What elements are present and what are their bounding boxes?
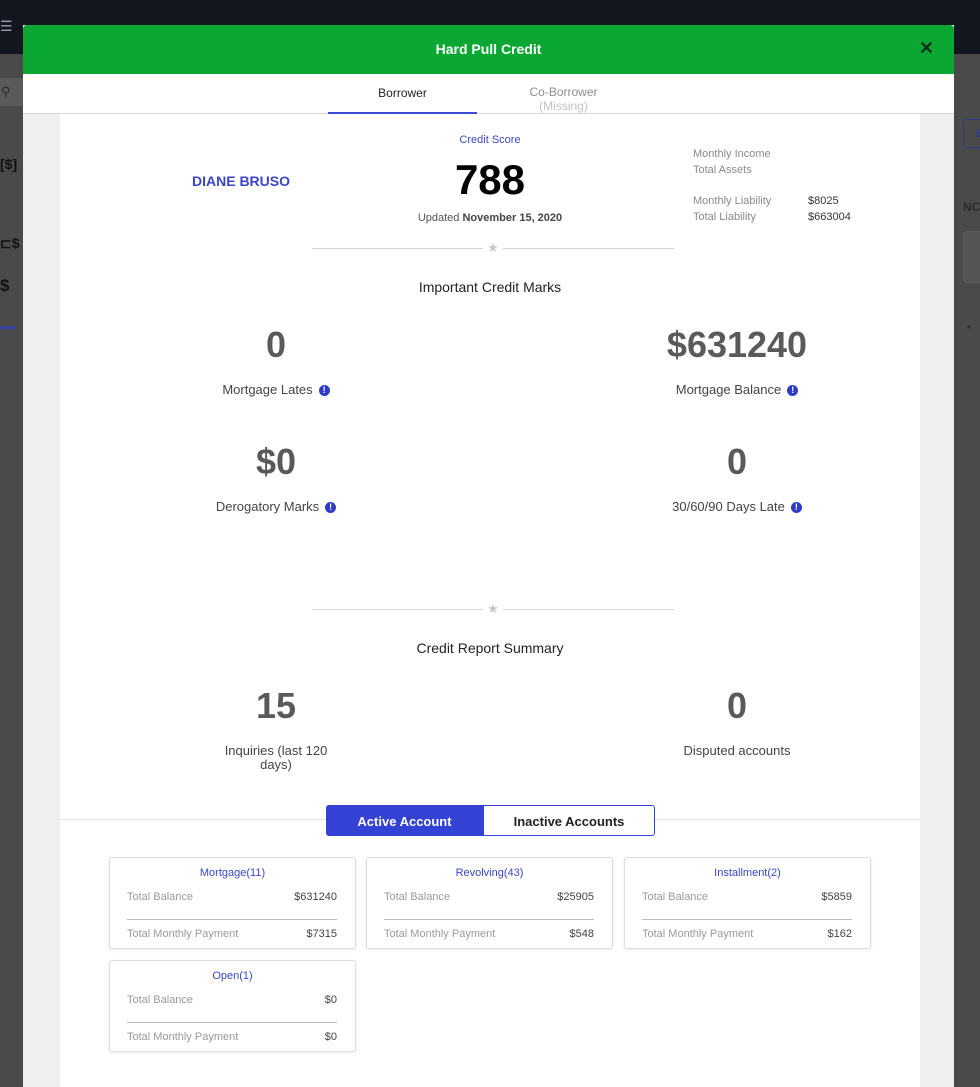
card-title: Revolving(43)	[455, 867, 524, 879]
credit-report-summary-title: Credit Report Summary	[416, 640, 564, 656]
card-balance-value: $631240	[294, 891, 337, 903]
background-left-sidebar	[0, 54, 23, 1087]
background-dot: •	[967, 320, 972, 334]
mortgage-balance-label: Mortgage Balance!	[607, 383, 867, 397]
hard-pull-credit-modal: Hard Pull Credit ✕ Borrower Co-Borrower …	[23, 25, 954, 1087]
monthly-liability-label: Monthly Liability	[693, 195, 772, 207]
background-box	[963, 231, 980, 283]
modal-title: Hard Pull Credit	[435, 41, 542, 57]
derogatory-marks-value: $0	[255, 441, 297, 482]
info-icon[interactable]: !	[787, 385, 799, 396]
dollar-refresh-icon[interactable]: $	[0, 276, 9, 296]
card-payment-label: Total Monthly Payment	[642, 928, 754, 940]
derogatory-marks-label: Derogatory Marks!	[146, 500, 406, 514]
card-balance-value: $5859	[821, 891, 852, 903]
borrower-tabs: Borrower Co-Borrower (Missing)	[23, 74, 954, 114]
background-search-icon[interactable]: ⚲	[0, 78, 23, 106]
info-icon[interactable]: !	[790, 502, 802, 513]
hamburger-menu-icon[interactable]: ☰	[0, 18, 13, 35]
derogatory-marks-text: Derogatory Marks	[215, 499, 320, 514]
card-balance-value: $25905	[557, 891, 594, 903]
star-icon: ★	[483, 240, 503, 256]
card-balance-label: Total Balance	[384, 891, 451, 903]
modal-header: Hard Pull Credit ✕	[23, 25, 954, 74]
disputed-accounts-value: 0	[726, 685, 748, 726]
card-title: Mortgage(11)	[199, 867, 266, 879]
card-balance-value: $0	[324, 994, 337, 1006]
star-icon: ★	[483, 601, 503, 617]
mortgage-lates-label: Mortgage Lates!	[146, 383, 406, 397]
account-card-installment[interactable]: Installment(2) Total Balance $5859 Total…	[624, 857, 871, 949]
card-payment-label: Total Monthly Payment	[127, 1031, 239, 1043]
account-card-open[interactable]: Open(1) Total Balance $0 Total Monthly P…	[109, 960, 356, 1052]
card-payment-row: Total Monthly Payment $548	[384, 928, 594, 940]
total-assets-label: Total Assets	[693, 164, 752, 176]
card-balance-label: Total Balance	[642, 891, 709, 903]
tab-coborrower[interactable]: Co-Borrower (Missing)	[489, 74, 638, 114]
money-icon[interactable]: [$]	[0, 156, 17, 172]
card-payment-value: $7315	[306, 928, 337, 940]
tab-active-account[interactable]: Active Account	[326, 805, 483, 836]
mortgage-lates-value: 0	[265, 324, 287, 365]
card-payment-value: $0	[324, 1031, 337, 1043]
monthly-liability-value: $8025	[808, 195, 839, 207]
tab-coborrower-status: (Missing)	[539, 99, 588, 113]
card-balance-row: Total Balance $0	[127, 994, 337, 1006]
updated-prefix: Updated	[417, 212, 460, 224]
card-divider	[127, 919, 337, 920]
total-liability-value: $663004	[808, 211, 851, 223]
mortgage-balance-value: $631240	[666, 324, 808, 365]
card-payment-value: $162	[827, 928, 852, 940]
card-payment-value: $548	[569, 928, 594, 940]
more-dots-icon[interactable]: •••	[0, 320, 17, 335]
card-divider	[384, 919, 594, 920]
mortgage-lates-text: Mortgage Lates	[222, 382, 313, 397]
card-title: Open(1)	[212, 970, 253, 982]
account-card-revolving[interactable]: Revolving(43) Total Balance $25905 Total…	[366, 857, 613, 949]
days-late-value: 0	[726, 441, 748, 482]
card-divider	[642, 919, 852, 920]
card-balance-row: Total Balance $5859	[642, 891, 852, 903]
total-liability-label: Total Liability	[693, 211, 756, 223]
mortgage-balance-text: Mortgage Balance	[675, 382, 782, 397]
card-payment-row: Total Monthly Payment $162	[642, 928, 852, 940]
monthly-income-label: Monthly Income	[693, 148, 771, 160]
card-balance-row: Total Balance $631240	[127, 891, 337, 903]
tab-inactive-accounts[interactable]: Inactive Accounts	[483, 805, 655, 836]
card-balance-row: Total Balance $25905	[384, 891, 594, 903]
disputed-accounts-label: Disputed accounts	[683, 743, 791, 758]
card-balance-label: Total Balance	[127, 891, 194, 903]
tab-borrower[interactable]: Borrower	[328, 74, 477, 114]
inquiries-label: Inquiries (last 120 days)	[224, 743, 328, 772]
info-icon[interactable]: !	[318, 385, 330, 396]
tab-coborrower-label: Co-Borrower	[529, 85, 598, 99]
card-title: Installment(2)	[714, 867, 781, 879]
account-card-mortgage[interactable]: Mortgage(11) Total Balance $631240 Total…	[109, 857, 356, 949]
borrower-name: DIANE BRUSO	[192, 173, 291, 189]
days-late-label: 30/60/90 Days Late!	[607, 500, 867, 514]
credit-score-value: 788	[454, 156, 526, 203]
card-payment-label: Total Monthly Payment	[384, 928, 496, 940]
credit-score-label: Credit Score	[459, 134, 521, 146]
credit-score-updated: Updated November 15, 2020	[370, 212, 610, 224]
folder-money-icon[interactable]: ⊏$	[0, 235, 20, 252]
card-payment-row: Total Monthly Payment $7315	[127, 928, 337, 940]
credit-panel: DIANE BRUSO Credit Score 788 Updated Nov…	[60, 114, 920, 1087]
card-payment-row: Total Monthly Payment $0	[127, 1031, 337, 1043]
updated-date: November 15, 2020	[462, 212, 563, 224]
info-icon[interactable]: !	[325, 502, 337, 513]
card-payment-label: Total Monthly Payment	[127, 928, 239, 940]
close-icon[interactable]: ✕	[919, 38, 934, 58]
background-label: NC	[963, 200, 980, 214]
important-credit-marks-title: Important Credit Marks	[418, 279, 562, 295]
inquiries-value: 15	[255, 685, 297, 726]
days-late-text: 30/60/90 Days Late	[672, 499, 785, 514]
card-balance-label: Total Balance	[127, 994, 194, 1006]
tab-borrower-label: Borrower	[378, 86, 427, 100]
background-button[interactable]: E	[963, 119, 980, 148]
card-divider	[127, 1022, 337, 1023]
